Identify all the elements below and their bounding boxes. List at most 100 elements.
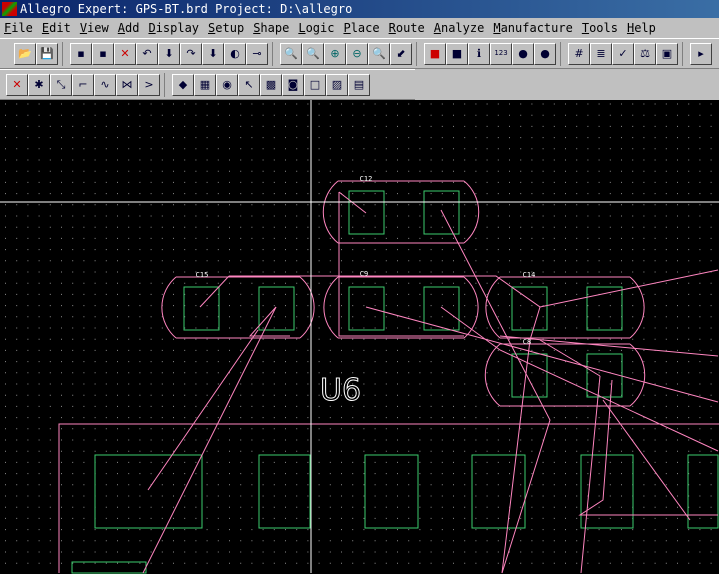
ratsnest-line: [578, 379, 718, 516]
rect-shape-button[interactable]: □: [304, 73, 326, 96]
shape-edit-button[interactable]: ▩: [260, 73, 282, 96]
zoom-fit-button[interactable]: 🔍: [280, 42, 302, 65]
grid-icon: #: [574, 47, 584, 60]
custom-smooth-icon: ⋈: [121, 78, 133, 91]
design-canvas[interactable]: C12 C15 C9 C14 C8 U6: [0, 100, 719, 574]
save-button[interactable]: 💾: [36, 42, 58, 65]
toolbar-separator: [682, 41, 690, 66]
refdes-label: C9: [360, 270, 368, 278]
menu-route[interactable]: Route: [389, 18, 425, 38]
menu-tools[interactable]: Tools: [582, 18, 618, 38]
ratsnest-line: [199, 275, 230, 308]
open-button[interactable]: 📂: [14, 42, 36, 65]
color-icon: ■: [429, 47, 441, 60]
menu-display[interactable]: Display: [148, 18, 199, 38]
highlight-button[interactable]: ●: [512, 42, 534, 65]
color-button[interactable]: ■: [424, 42, 446, 65]
board-layer: C12 C15 C9 C14 C8 U6: [0, 100, 719, 574]
menu-view[interactable]: View: [80, 18, 109, 38]
slide-button[interactable]: ⌐: [72, 73, 94, 96]
menu-logic[interactable]: Logic: [298, 18, 334, 38]
delete-button[interactable]: ✕: [114, 42, 136, 65]
menu-setup[interactable]: Setup: [208, 18, 244, 38]
drc-icon: ✓: [618, 47, 628, 60]
pointer-icon: ↖: [244, 78, 254, 91]
c15-outline: [161, 276, 315, 339]
toolbar-separator: [416, 41, 424, 66]
unroute-button[interactable]: ✕: [6, 73, 28, 96]
move-button[interactable]: ▪: [70, 42, 92, 65]
highlight-icon: ●: [518, 47, 528, 60]
ratsnest-line: [147, 329, 259, 491]
layers-button[interactable]: ≣: [590, 42, 612, 65]
merge-shape-button[interactable]: ▨: [326, 73, 348, 96]
balance-button[interactable]: ⚖: [634, 42, 656, 65]
custom-smooth-button[interactable]: ⋈: [116, 73, 138, 96]
dehighlight-button[interactable]: ●: [534, 42, 556, 65]
layer-visibility-icon: ■: [451, 47, 463, 60]
menu-help[interactable]: Help: [627, 18, 656, 38]
smd-pad: [258, 286, 295, 331]
menu-place[interactable]: Place: [343, 18, 379, 38]
menu-analyze[interactable]: Analyze: [434, 18, 485, 38]
copy-button[interactable]: ▪: [92, 42, 114, 65]
redo-down-button[interactable]: ⬇: [202, 42, 224, 65]
menu-manufacture[interactable]: Manufacture: [493, 18, 572, 38]
more-button[interactable]: ▸: [690, 42, 712, 65]
window-title: Allegro Expert: GPS-BT.brd Project: D:\a…: [20, 2, 353, 16]
refdes-label: C15: [196, 271, 209, 279]
pin-icon: ⊸: [252, 47, 262, 60]
move-icon: ▪: [77, 47, 85, 60]
undo-button[interactable]: ↶: [136, 42, 158, 65]
menu-file[interactable]: File: [4, 18, 33, 38]
pointer-button[interactable]: ↖: [238, 73, 260, 96]
ic-pad: [364, 454, 419, 529]
smd-pad: [183, 286, 220, 331]
menu-add[interactable]: Add: [118, 18, 140, 38]
ic-pad: [258, 454, 311, 529]
add-connect-button[interactable]: ⤡: [50, 73, 72, 96]
shape-button[interactable]: ◐: [224, 42, 246, 65]
fanout-button[interactable]: >: [138, 73, 160, 96]
refdes-label: C12: [360, 175, 373, 183]
toolbar-separator: [62, 41, 70, 66]
ratsnest-line: [338, 192, 464, 337]
smd-pad: [586, 353, 623, 398]
layer-visibility-button[interactable]: ■: [446, 42, 468, 65]
undo-down-button[interactable]: ⬇: [158, 42, 180, 65]
shape-fill-button[interactable]: ▦: [194, 73, 216, 96]
circle-shape-button[interactable]: ◉: [216, 73, 238, 96]
measure-button[interactable]: 123: [490, 42, 512, 65]
zoom-out-button[interactable]: ⊖: [346, 42, 368, 65]
balance-icon: ⚖: [640, 47, 650, 60]
drc-button[interactable]: ✓: [612, 42, 634, 65]
select-shape-icon: ◆: [178, 78, 188, 91]
refresh-button[interactable]: ⬋: [390, 42, 412, 65]
ratsnest-button[interactable]: ✱: [28, 73, 50, 96]
ic-pad: [71, 561, 147, 574]
chip-button[interactable]: ▣: [656, 42, 678, 65]
circle-shape-icon: ◉: [222, 78, 232, 91]
smd-pad: [511, 353, 548, 398]
menu-edit[interactable]: Edit: [42, 18, 71, 38]
delete-icon: ✕: [120, 47, 130, 60]
grid-button[interactable]: #: [568, 42, 590, 65]
chip-icon: ▣: [661, 47, 673, 60]
select-shape-button[interactable]: ◆: [172, 73, 194, 96]
menu-shape[interactable]: Shape: [253, 18, 289, 38]
redo-button[interactable]: ↷: [180, 42, 202, 65]
zoom-in-button[interactable]: ⊕: [324, 42, 346, 65]
copy-icon: ▪: [99, 47, 107, 60]
shape-check-icon: ▤: [353, 78, 365, 91]
zoom-in-icon: ⊕: [330, 47, 340, 60]
info-icon: ℹ: [476, 47, 482, 60]
zoom-button[interactable]: 🔍: [302, 42, 324, 65]
zoom-prev-button[interactable]: 🔍: [368, 42, 390, 65]
shape-check-button[interactable]: ▤: [348, 73, 370, 96]
pin-button[interactable]: ⊸: [246, 42, 268, 65]
delay-tune-button[interactable]: ∿: [94, 73, 116, 96]
info-button[interactable]: ℹ: [468, 42, 490, 65]
shape-void-button[interactable]: ◙: [282, 73, 304, 96]
toolbar-separator: [164, 72, 172, 97]
title-bar: Allegro Expert: GPS-BT.brd Project: D:\a…: [0, 0, 719, 18]
